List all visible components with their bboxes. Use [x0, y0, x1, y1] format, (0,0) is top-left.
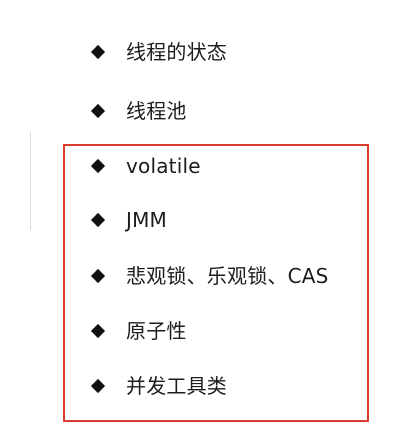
list-item-label: 线程池 — [126, 99, 187, 123]
list-item-locks-cas: 悲观锁、乐观锁、CAS — [88, 261, 329, 291]
diamond-bullet-icon — [90, 212, 106, 228]
list-item-concurrency-utils: 并发工具类 — [88, 371, 227, 401]
list-item-label: 悲观锁、乐观锁、CAS — [126, 264, 329, 288]
diamond-bullet-icon — [90, 268, 106, 284]
list-item-atomicity: 原子性 — [88, 316, 187, 346]
list-item-thread-states: 线程的状态 — [88, 37, 227, 67]
diamond-bullet-icon — [90, 323, 106, 339]
list-item-label: 原子性 — [126, 319, 187, 343]
list-item-jmm: JMM — [88, 205, 167, 235]
diamond-bullet-icon — [90, 378, 106, 394]
slide-page: 线程的状态 线程池 volatile JMM 悲观锁、乐观锁、CAS 原子性 并… — [0, 0, 418, 444]
diamond-bullet-icon — [90, 158, 106, 174]
list-item-label: volatile — [126, 154, 201, 178]
list-item-volatile: volatile — [88, 151, 201, 181]
divider-line — [30, 132, 31, 230]
list-item-label: JMM — [126, 208, 168, 232]
diamond-bullet-icon — [90, 44, 106, 60]
list-item-label: 并发工具类 — [126, 374, 227, 398]
list-item-thread-pool: 线程池 — [88, 96, 187, 126]
diamond-bullet-icon — [90, 103, 106, 119]
list-item-label: 线程的状态 — [126, 40, 227, 64]
